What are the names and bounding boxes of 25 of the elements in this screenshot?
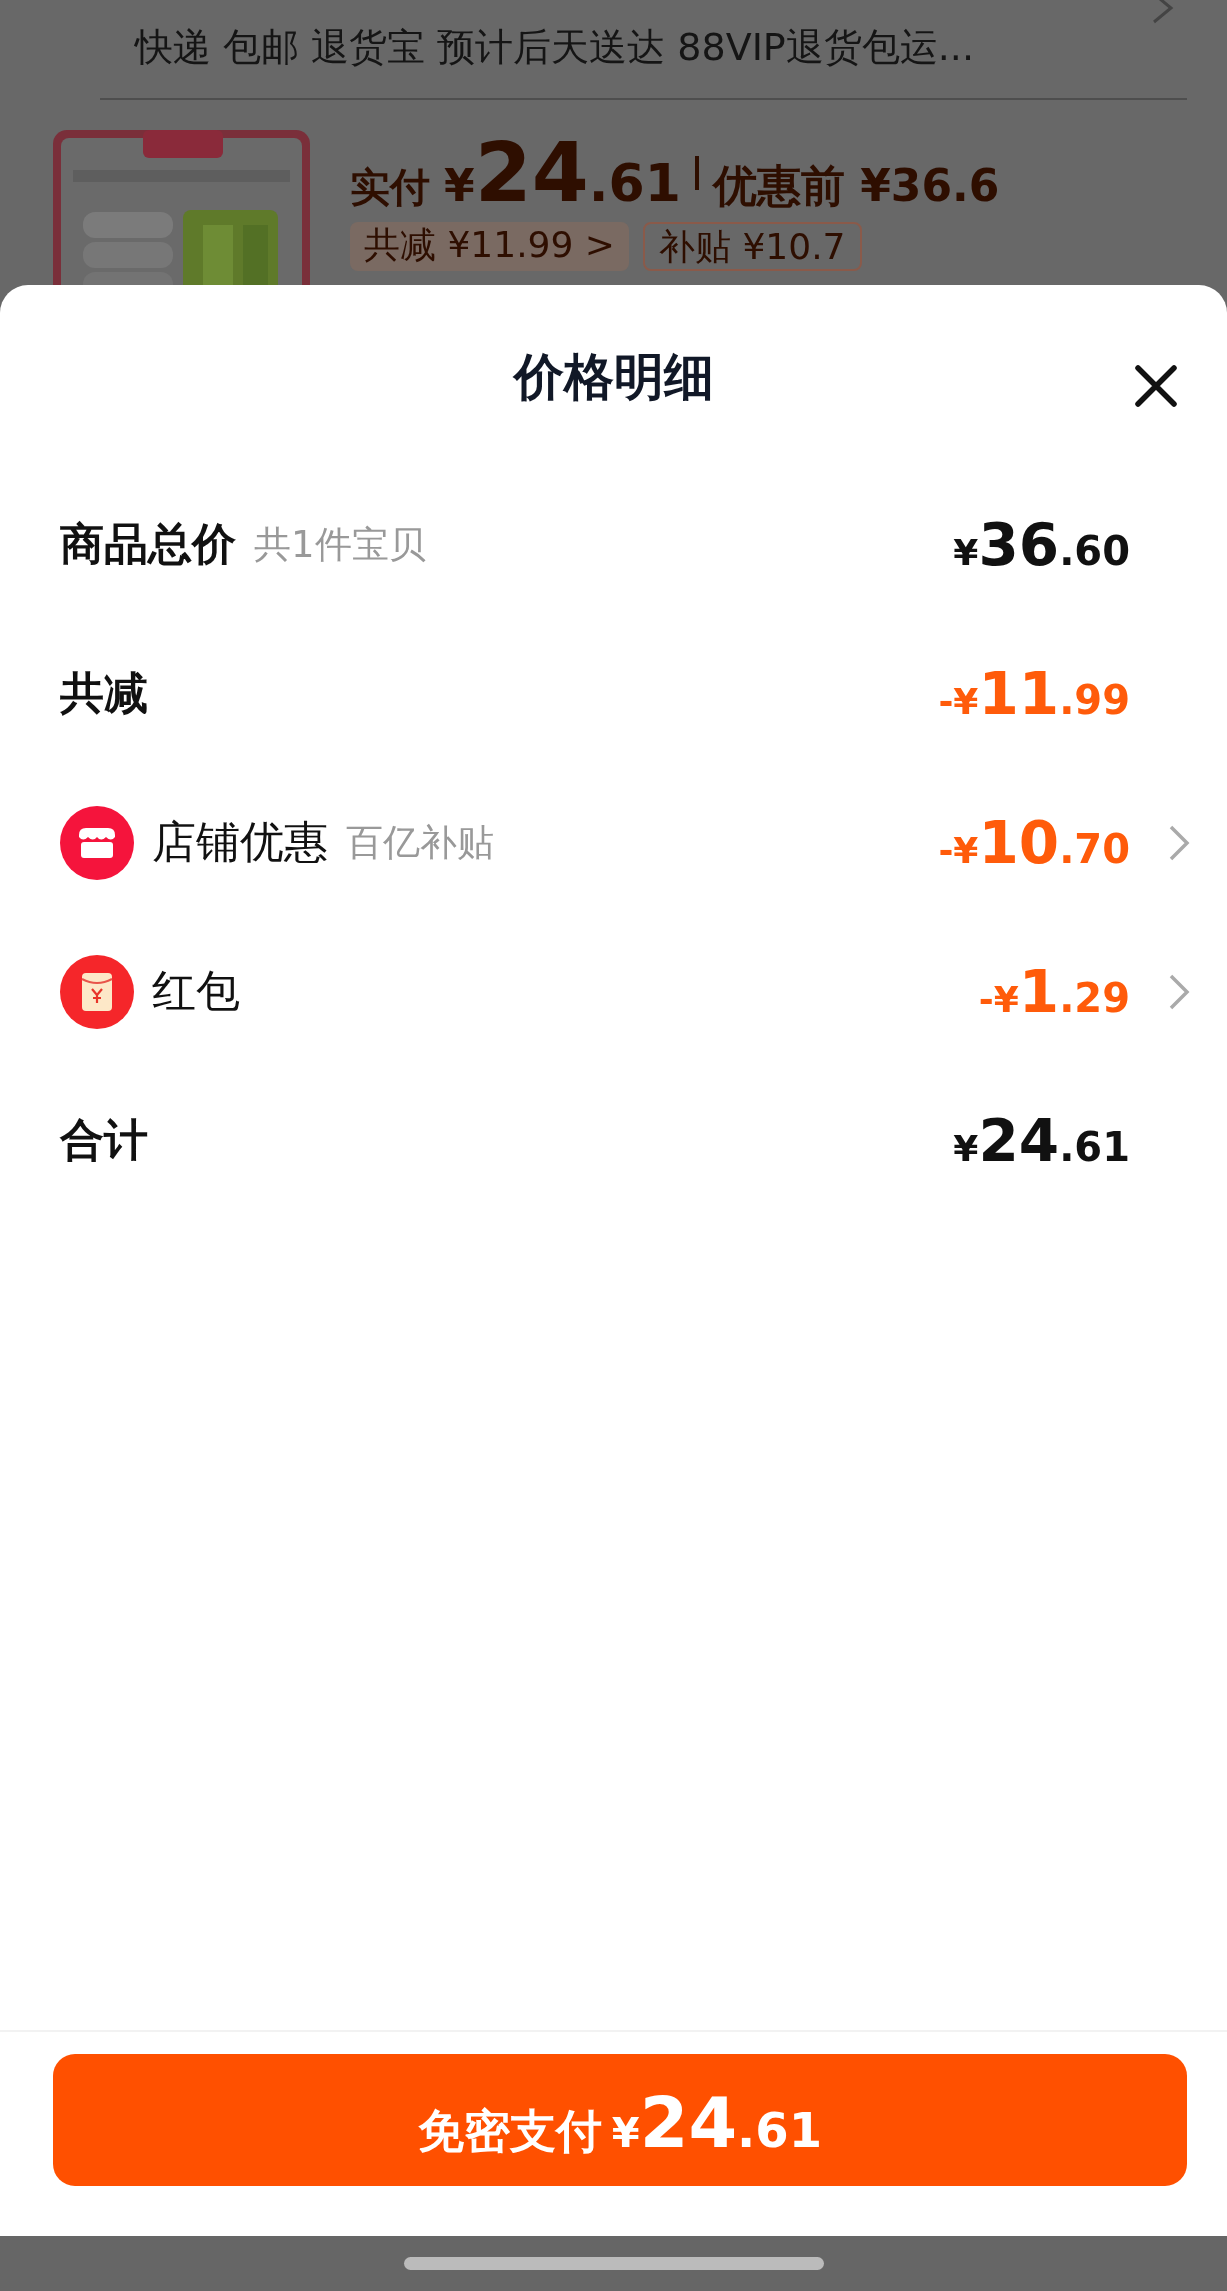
price-tag: 补贴 ¥10.7 xyxy=(643,222,862,272)
pay-button[interactable]: 免密支付 ¥24.61 xyxy=(53,2054,1187,2186)
chevron-right-icon[interactable] xyxy=(1167,823,1190,862)
row-note: 百亿补贴 xyxy=(346,819,494,866)
original-price: 优惠前 ¥36.6 xyxy=(712,164,1000,208)
paid-price: ¥24.61 xyxy=(444,132,681,214)
row-label: 合计 xyxy=(60,1113,148,1167)
envelope-icon xyxy=(60,954,134,1029)
chevron-right-icon[interactable] xyxy=(1151,0,1175,24)
price-tag[interactable]: 共减 ¥11.99 > xyxy=(350,222,629,272)
row-amount: -¥1.29 xyxy=(978,957,1130,1026)
delivery-info: 快递 包邮 退货宝 预计后天送达 88VIP退货包运... xyxy=(135,24,975,71)
row-label: 共减 xyxy=(60,666,148,720)
row-amount: ¥24.61 xyxy=(953,1106,1130,1175)
row-note: 共1件宝贝 xyxy=(254,521,426,568)
chevron-right-icon[interactable] xyxy=(1167,972,1190,1011)
paid-label: 实付 xyxy=(350,167,430,207)
sheet-title: 价格明细 xyxy=(513,347,714,408)
row-amount: -¥11.99 xyxy=(938,659,1130,728)
row-label: 商品总价 xyxy=(60,517,236,571)
row-label: 红包 xyxy=(152,964,240,1018)
row-amount: ¥36.60 xyxy=(953,510,1130,579)
store-icon xyxy=(60,805,134,880)
row-label: 店铺优惠 xyxy=(152,815,328,869)
row-amount: -¥10.70 xyxy=(938,808,1130,877)
